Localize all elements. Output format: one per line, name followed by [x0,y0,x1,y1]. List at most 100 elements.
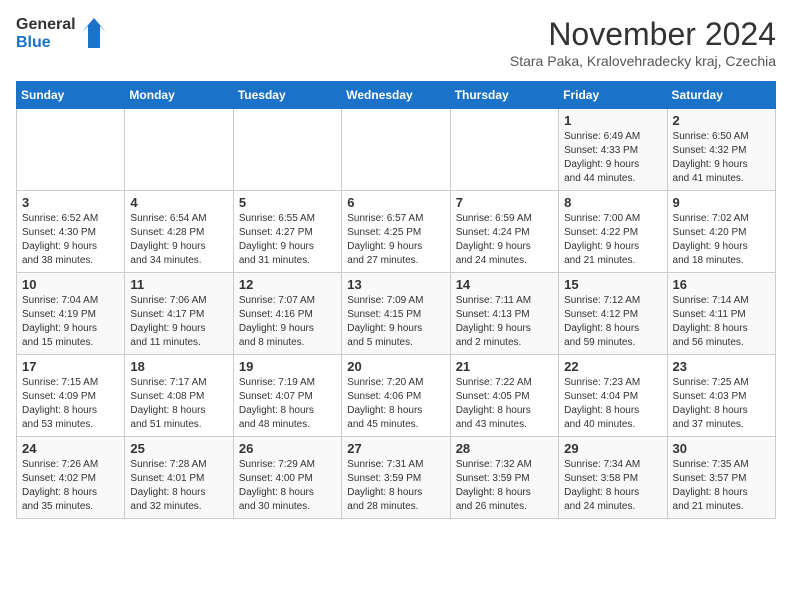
day-number: 24 [22,441,119,456]
table-row: 10 Sunrise: 7:04 AM Sunset: 4:19 PM Dayli… [17,273,125,355]
day-info: Sunrise: 6:55 AM Sunset: 4:27 PM Dayligh… [239,212,336,268]
day-number: 23 [673,359,770,374]
table-row: 8Sunrise: 7:00 AM Sunset: 4:22 PM Daylig… [559,191,667,273]
col-monday: Monday [125,82,233,109]
table-row: 19Sunrise: 7:19 AM Sunset: 4:07 PM Dayli… [233,355,341,437]
table-row: 7Sunrise: 6:59 AM Sunset: 4:24 PM Daylig… [450,191,558,273]
day-number: 1 [564,113,661,128]
calendar-week-row: 24 Sunrise: 7:26 AM Sunset: 4:02 PM Dayli… [17,437,776,519]
table-row: 29 Sunrise: 7:34 AM Sunset: 3:58 PM Dayli… [559,437,667,519]
day-number: 25 [130,441,227,456]
col-tuesday: Tuesday [233,82,341,109]
table-row: 18 Sunrise: 7:17 AM Sunset: 4:08 PM Dayli… [125,355,233,437]
day-info: Sunrise: 7:00 AM Sunset: 4:22 PM Dayligh… [564,212,661,268]
day-number: 5 [239,195,336,210]
day-info: Sunrise: 6:49 AM Sunset: 4:33 PM Dayligh… [564,130,661,186]
day-info: Sunrise: 7:23 AM Sunset: 4:04 PM Dayligh… [564,376,661,432]
day-info: Sunrise: 7:09 AM Sunset: 4:15 PM Dayligh… [347,294,444,350]
table-row: 3Sunrise: 6:52 AM Sunset: 4:30 PM Daylig… [17,191,125,273]
day-number: 11 [130,277,227,292]
day-number: 20 [347,359,444,374]
table-row [450,109,558,191]
table-row: 28 Sunrise: 7:32 AM Sunset: 3:59 PM Dayli… [450,437,558,519]
day-number: 16 [673,277,770,292]
table-row: 20 Sunrise: 7:20 AM Sunset: 4:06 PM Dayli… [342,355,450,437]
table-row: 23 Sunrise: 7:25 AM Sunset: 4:03 PM Dayli… [667,355,775,437]
day-info: Sunrise: 7:14 AM Sunset: 4:11 PM Dayligh… [673,294,770,350]
calendar-week-row: 3Sunrise: 6:52 AM Sunset: 4:30 PM Daylig… [17,191,776,273]
location-subtitle: Stara Paka, Kralovehradecky kraj, Czechi… [510,53,776,69]
table-row: 17 Sunrise: 7:15 AM Sunset: 4:09 PM Dayli… [17,355,125,437]
table-row: 27Sunrise: 7:31 AM Sunset: 3:59 PM Dayli… [342,437,450,519]
day-info: Sunrise: 7:25 AM Sunset: 4:03 PM Dayligh… [673,376,770,432]
col-friday: Friday [559,82,667,109]
table-row: 4 Sunrise: 6:54 AM Sunset: 4:28 PM Daylig… [125,191,233,273]
day-number: 10 [22,277,119,292]
table-row: 16 Sunrise: 7:14 AM Sunset: 4:11 PM Dayli… [667,273,775,355]
month-year-title: November 2024 [510,16,776,53]
day-info: Sunrise: 7:22 AM Sunset: 4:05 PM Dayligh… [456,376,553,432]
table-row: 25 Sunrise: 7:28 AM Sunset: 4:01 PM Dayli… [125,437,233,519]
day-info: Sunrise: 7:07 AM Sunset: 4:16 PM Dayligh… [239,294,336,350]
day-number: 4 [130,195,227,210]
day-info: Sunrise: 7:35 AM Sunset: 3:57 PM Dayligh… [673,458,770,514]
day-info: Sunrise: 6:57 AM Sunset: 4:25 PM Dayligh… [347,212,444,268]
day-info: Sunrise: 7:28 AM Sunset: 4:01 PM Dayligh… [130,458,227,514]
day-info: Sunrise: 7:15 AM Sunset: 4:09 PM Dayligh… [22,376,119,432]
day-number: 6 [347,195,444,210]
table-row: 13 Sunrise: 7:09 AM Sunset: 4:15 PM Dayli… [342,273,450,355]
day-number: 3 [22,195,119,210]
table-row: 9 Sunrise: 7:02 AM Sunset: 4:20 PM Daylig… [667,191,775,273]
day-info: Sunrise: 7:17 AM Sunset: 4:08 PM Dayligh… [130,376,227,432]
day-info: Sunrise: 7:20 AM Sunset: 4:06 PM Dayligh… [347,376,444,432]
col-thursday: Thursday [450,82,558,109]
table-row [17,109,125,191]
table-row: 24 Sunrise: 7:26 AM Sunset: 4:02 PM Dayli… [17,437,125,519]
day-number: 28 [456,441,553,456]
calendar-week-row: 17 Sunrise: 7:15 AM Sunset: 4:09 PM Dayli… [17,355,776,437]
table-row: 26Sunrise: 7:29 AM Sunset: 4:00 PM Dayli… [233,437,341,519]
table-row: 11 Sunrise: 7:06 AM Sunset: 4:17 PM Dayli… [125,273,233,355]
day-info: Sunrise: 7:12 AM Sunset: 4:12 PM Dayligh… [564,294,661,350]
day-number: 27 [347,441,444,456]
day-number: 15 [564,277,661,292]
day-info: Sunrise: 7:32 AM Sunset: 3:59 PM Dayligh… [456,458,553,514]
table-row: 6 Sunrise: 6:57 AM Sunset: 4:25 PM Daylig… [342,191,450,273]
day-number: 22 [564,359,661,374]
table-row: 14 Sunrise: 7:11 AM Sunset: 4:13 PM Dayli… [450,273,558,355]
col-wednesday: Wednesday [342,82,450,109]
calendar-header-row: Sunday Monday Tuesday Wednesday Thursday… [17,82,776,109]
day-info: Sunrise: 7:02 AM Sunset: 4:20 PM Dayligh… [673,212,770,268]
table-row: 12Sunrise: 7:07 AM Sunset: 4:16 PM Dayli… [233,273,341,355]
day-info: Sunrise: 7:06 AM Sunset: 4:17 PM Dayligh… [130,294,227,350]
table-row: 5 Sunrise: 6:55 AM Sunset: 4:27 PM Daylig… [233,191,341,273]
col-saturday: Saturday [667,82,775,109]
table-row: 1 Sunrise: 6:49 AM Sunset: 4:33 PM Daylig… [559,109,667,191]
day-number: 21 [456,359,553,374]
day-number: 13 [347,277,444,292]
day-info: Sunrise: 7:04 AM Sunset: 4:19 PM Dayligh… [22,294,119,350]
day-number: 19 [239,359,336,374]
day-number: 17 [22,359,119,374]
day-number: 14 [456,277,553,292]
day-info: Sunrise: 7:34 AM Sunset: 3:58 PM Dayligh… [564,458,661,514]
day-number: 30 [673,441,770,456]
day-info: Sunrise: 6:54 AM Sunset: 4:28 PM Dayligh… [130,212,227,268]
title-block: November 2024 Stara Paka, Kralovehradeck… [510,16,776,69]
table-row [125,109,233,191]
day-number: 9 [673,195,770,210]
col-sunday: Sunday [17,82,125,109]
day-info: Sunrise: 7:11 AM Sunset: 4:13 PM Dayligh… [456,294,553,350]
day-number: 29 [564,441,661,456]
table-row: 30 Sunrise: 7:35 AM Sunset: 3:57 PM Dayli… [667,437,775,519]
day-number: 18 [130,359,227,374]
calendar-week-row: 10 Sunrise: 7:04 AM Sunset: 4:19 PM Dayli… [17,273,776,355]
page-header: General Blue November 2024 Stara Paka, K… [16,16,776,69]
table-row: 2Sunrise: 6:50 AM Sunset: 4:32 PM Daylig… [667,109,775,191]
table-row [233,109,341,191]
day-info: Sunrise: 7:26 AM Sunset: 4:02 PM Dayligh… [22,458,119,514]
day-number: 7 [456,195,553,210]
table-row: 21 Sunrise: 7:22 AM Sunset: 4:05 PM Dayli… [450,355,558,437]
calendar-table: Sunday Monday Tuesday Wednesday Thursday… [16,81,776,519]
table-row [342,109,450,191]
